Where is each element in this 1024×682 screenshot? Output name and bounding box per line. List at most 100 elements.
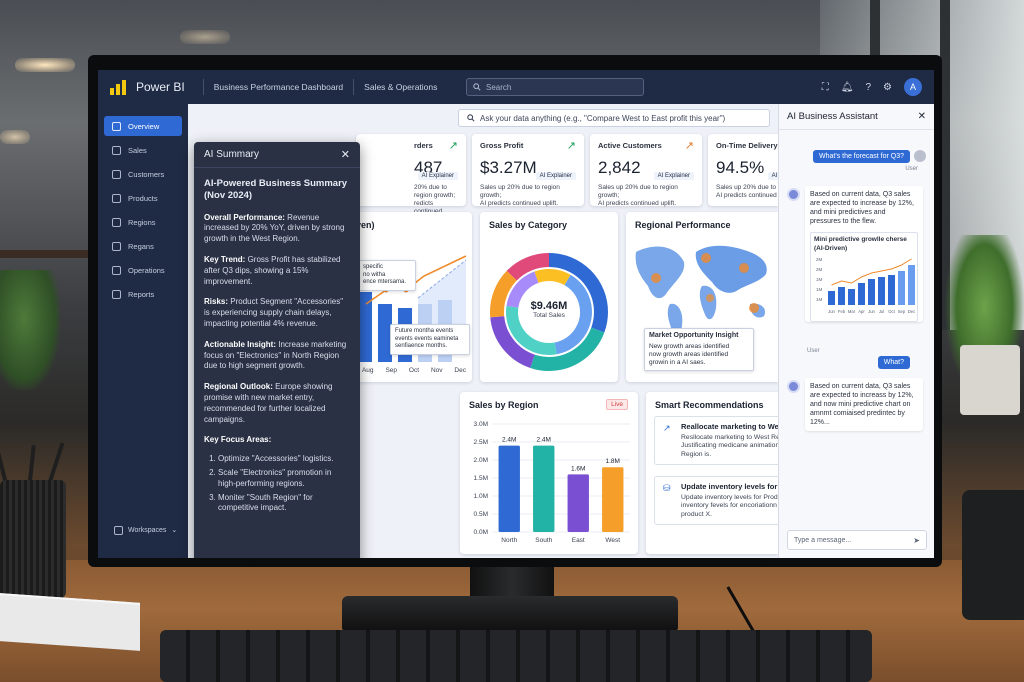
user-label: User xyxy=(807,348,820,354)
top-bar: Power BI Business Performance Dashboard … xyxy=(98,70,934,104)
database-icon: ⛁ xyxy=(663,483,671,493)
data-label: 1.8M xyxy=(606,458,620,465)
sidebar-item-label: Products xyxy=(128,193,158,203)
cog-icon xyxy=(112,265,121,275)
sidebar-item-customers[interactable]: Customers xyxy=(104,164,182,184)
sidebar-item-products[interactable]: Products xyxy=(104,188,182,208)
kpi-note: Sales up 20% due to region growth; AI pr… xyxy=(480,184,560,208)
summary-title: AI-Powered Business Summary (Nov 2024) xyxy=(204,178,348,202)
mug xyxy=(962,490,1024,620)
assistant-header: AI Business Assistant ✕ xyxy=(779,104,934,130)
recommendation-title: Update inventory levels for Product X xyxy=(681,482,778,491)
close-icon[interactable]: ✕ xyxy=(918,111,926,122)
chat-placeholder: Type a message... xyxy=(794,536,852,544)
x-tick-label: East xyxy=(572,537,585,544)
sidebar-item-label: Overview xyxy=(128,121,160,131)
focus-item: Scale "Electronics" promotion in high-pe… xyxy=(218,468,350,490)
kpi-card-orders[interactable]: rders 487 ↗ AI Explainer 20% due to regi… xyxy=(356,134,466,224)
bot-message: Based on current data, Q3 sales are expe… xyxy=(805,186,923,323)
summary-section: Risks: Product Segment "Accessories" is … xyxy=(204,297,344,329)
sidebar-item-regions[interactable]: Regions xyxy=(104,212,182,232)
ai-explainer-badge[interactable]: AI Explainer xyxy=(535,172,576,180)
ai-explainer-badge[interactable]: AI Explainer xyxy=(767,172,778,180)
y-tick-label: 1M xyxy=(816,297,823,302)
summary-section: Actionable Insight: Increase marketing f… xyxy=(204,339,347,371)
workspaces-label: Workspaces xyxy=(128,526,167,534)
y-tick-label: 1.5M xyxy=(474,475,488,482)
ask-data-input[interactable]: Ask your data anything (e.g., "Compare W… xyxy=(458,109,770,127)
bot-message-text: Based on current data, Q3 sales are expe… xyxy=(810,191,914,226)
bell-icon[interactable]: 🔔︎ xyxy=(841,82,854,93)
breadcrumb-page[interactable]: Sales & Operations xyxy=(364,82,437,92)
avatar[interactable]: A xyxy=(904,78,922,96)
data-label: 2.4M xyxy=(502,437,516,444)
mini-bar xyxy=(908,265,915,306)
y-tick-label: 0.5M xyxy=(474,511,488,518)
user-message: What's the forecast for Q3? xyxy=(813,150,910,163)
user-avatar-icon xyxy=(914,150,926,162)
forecast-chart-card[interactable]: riven) specific no witha ence mtersama. … xyxy=(350,212,472,382)
data-label: 2.4M xyxy=(537,437,551,444)
gear-icon[interactable]: ⚙ xyxy=(883,82,892,93)
ai-explainer-badge[interactable]: AI Explainer xyxy=(417,172,458,180)
main-content: Ask your data anything (e.g., "Compare W… xyxy=(188,104,778,558)
x-tick-label: Nov xyxy=(430,367,443,374)
close-icon[interactable]: ✕ xyxy=(341,148,350,161)
x-tick-label: South xyxy=(535,537,552,544)
x-tick-label: West xyxy=(605,537,620,544)
focus-heading: Key Focus Areas: xyxy=(204,435,272,445)
chat-input[interactable]: Type a message... ➤ xyxy=(787,530,927,550)
regional-performance-card[interactable]: Regional Performance Market Opportunity … xyxy=(626,212,778,382)
search-icon xyxy=(473,83,481,91)
search-placeholder: Search xyxy=(486,82,512,92)
workspaces-button[interactable]: Workspaces ⌄ xyxy=(106,520,180,540)
kpi-note: Sales up 20% due to region growth; AI pr… xyxy=(598,184,678,208)
sidebar-item-regans[interactable]: Regans xyxy=(104,236,182,256)
x-tick-label: Dec xyxy=(908,309,915,314)
y-tick-label: 1M xyxy=(816,277,823,282)
kpi-label: Gross Profit xyxy=(480,141,524,150)
send-icon[interactable]: ➤ xyxy=(913,536,920,545)
region-bar-chart: 3.0M 2.5M 2.0M 1.5M 1.0M 0.5M 0.0M 2.4M North 2.4… xyxy=(474,421,630,544)
breadcrumb-dashboard[interactable]: Business Performance Dashboard xyxy=(214,82,343,92)
sidebar-item-label: Operations xyxy=(128,265,165,275)
paper-stack xyxy=(0,593,140,651)
expand-icon[interactable]: ⛶ xyxy=(822,82,829,93)
kpi-card-on-time-delivery[interactable]: On-Time Delivery 94.5% AI Explainer Sale… xyxy=(708,134,778,206)
total-sales-value: $9.46M xyxy=(530,300,568,312)
card-title: Smart Recommendations xyxy=(655,400,764,410)
search-input[interactable]: Search xyxy=(466,78,644,96)
sales-by-category-card[interactable]: Sales by Category $9.46M Total Sales xyxy=(480,212,618,382)
plant-pot xyxy=(960,345,1020,415)
x-tick-label: Sep xyxy=(898,309,906,314)
box-icon xyxy=(112,193,121,203)
sidebar-item-operations[interactable]: Operations xyxy=(104,260,182,280)
kpi-card-active-customers[interactable]: Active Customers 2,842 ↗ AI Explainer Sa… xyxy=(590,134,702,208)
plant xyxy=(0,270,60,390)
ai-summary-header: AI Summary ✕ xyxy=(194,142,360,168)
trend-up-icon: ↗ xyxy=(684,140,694,152)
ai-explainer-badge[interactable]: AI Explainer xyxy=(653,172,694,180)
map-icon xyxy=(112,241,121,251)
recommendation-item[interactable]: ↗ Reallocate marketing to West Region Re… xyxy=(654,416,778,466)
donut-center: $9.46M Total Sales xyxy=(519,300,579,319)
x-tick-label: Apr xyxy=(858,309,865,314)
panel-title: AI Summary xyxy=(204,149,260,160)
kpi-card-gross-profit[interactable]: Gross Profit $3.27M ↗ AI Explainer Sales… xyxy=(472,134,584,208)
help-icon[interactable]: ? xyxy=(865,82,871,93)
workspace-icon xyxy=(114,525,123,535)
ai-summary-panel: AI Summary ✕ AI-Powered Business Summary… xyxy=(194,142,360,558)
recommendation-item[interactable]: ⛁ Update inventory levels for Product X … xyxy=(654,476,778,526)
kpi-note: Sales up 20% due to region growth; AI pr… xyxy=(716,184,778,200)
sales-by-region-card[interactable]: Sales by Region Live 3.0M 2.5M 2.0M 1.5M 1.0… xyxy=(460,392,638,554)
bar-west xyxy=(602,467,624,532)
sidebar-item-reports[interactable]: Reports xyxy=(104,284,182,304)
chart-icon xyxy=(112,145,121,155)
bar-north xyxy=(498,445,520,532)
sidebar-item-label: Sales xyxy=(128,145,147,155)
x-tick-label: Jun xyxy=(828,309,835,314)
mini-bar xyxy=(858,283,865,306)
smart-recommendations-card: Smart Recommendations ↗ Reallocate marke… xyxy=(646,392,778,554)
sidebar-item-overview[interactable]: Overview xyxy=(104,116,182,136)
sidebar-item-sales[interactable]: Sales xyxy=(104,140,182,160)
